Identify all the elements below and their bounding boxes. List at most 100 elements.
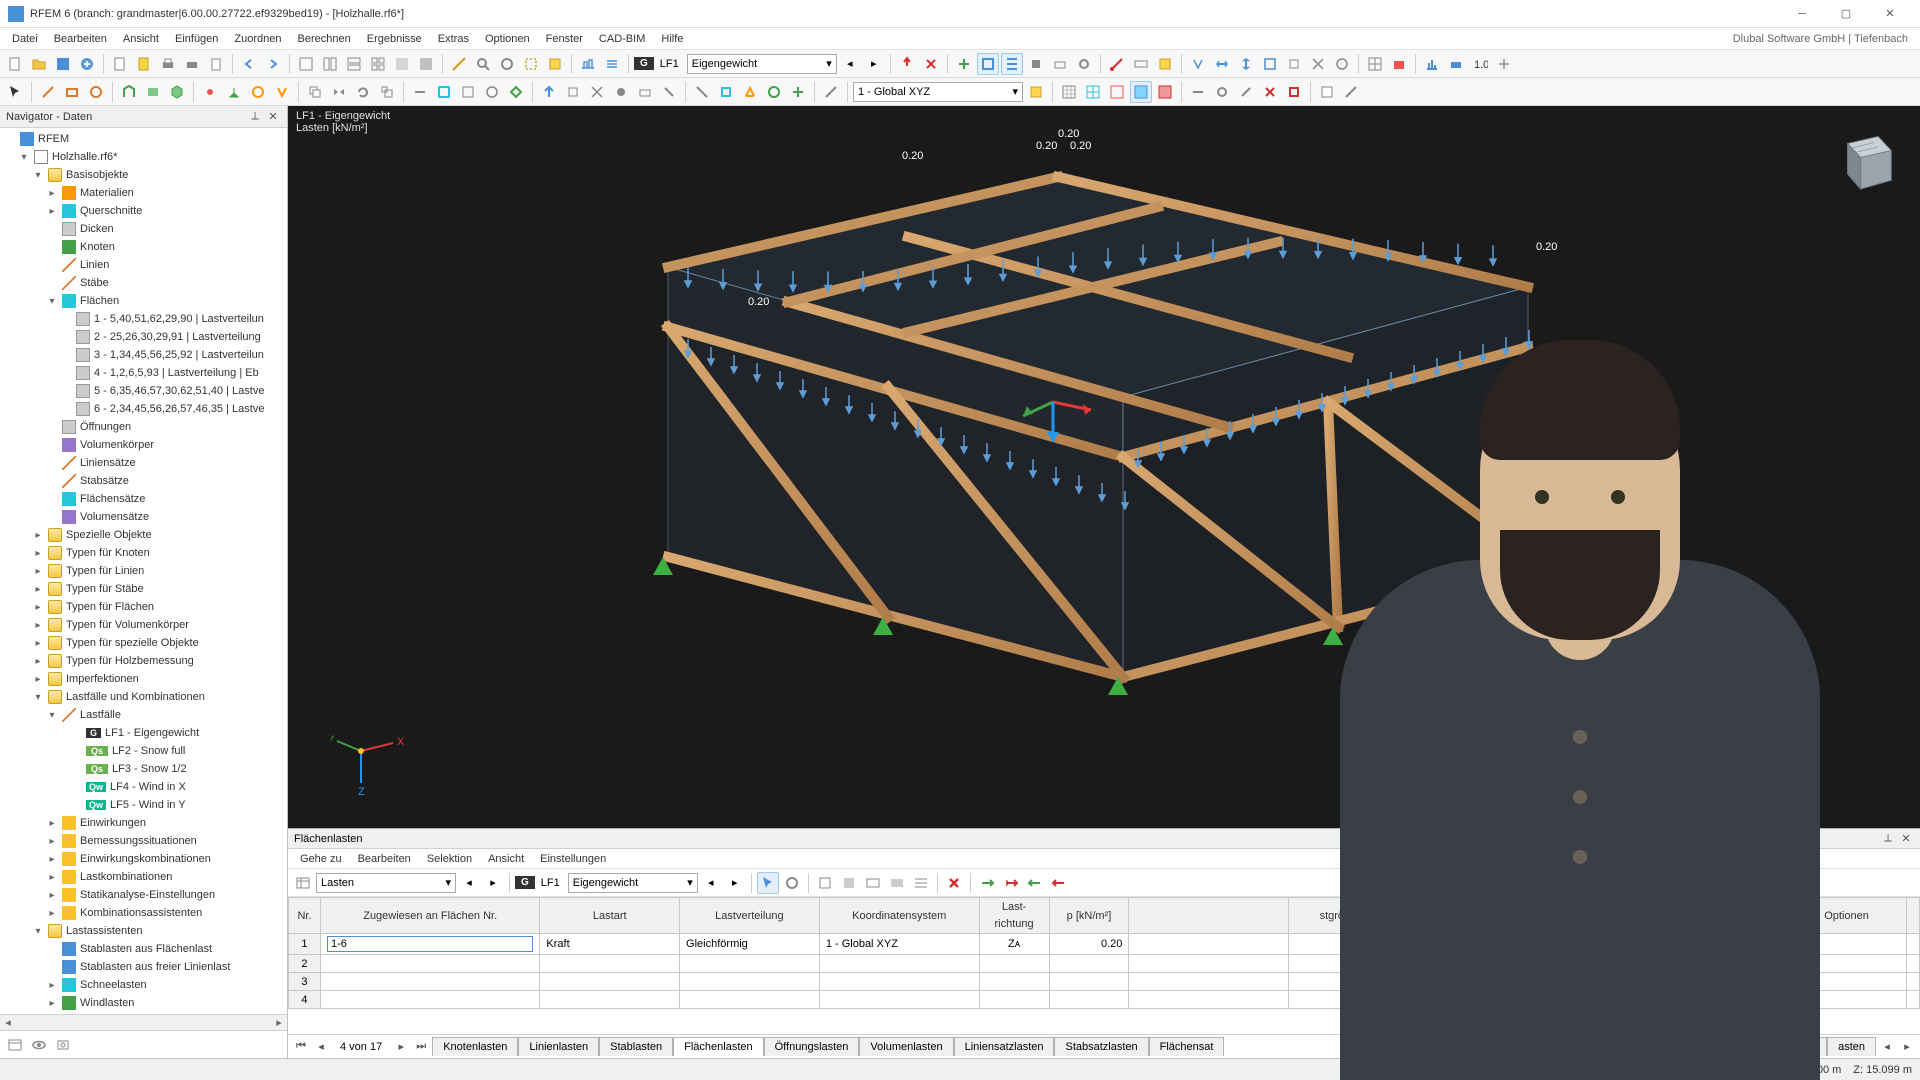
tree-item[interactable]: ▸Typen für spezielle Objekte <box>0 634 287 652</box>
tb-a6[interactable] <box>1073 53 1095 75</box>
t2-g2[interactable] <box>433 81 455 103</box>
t2-s1[interactable] <box>1187 81 1209 103</box>
nav-hscroll[interactable]: ◂ ▸ <box>0 1014 287 1030</box>
loadcase-item[interactable]: QwLF5 - Wind in Y <box>0 796 287 814</box>
new-button[interactable] <box>4 53 26 75</box>
t2-r3[interactable] <box>1106 81 1128 103</box>
page-next[interactable]: ▸ <box>392 1040 410 1053</box>
t2-k1[interactable] <box>1025 81 1047 103</box>
dock-menu-selektion[interactable]: Selektion <box>419 851 480 867</box>
t2-sup[interactable] <box>223 81 245 103</box>
open-button[interactable] <box>28 53 50 75</box>
close-icon[interactable]: ✕ <box>1898 831 1914 847</box>
tree-item[interactable]: ▸Typen für Stäbe <box>0 580 287 598</box>
page-prev[interactable]: ◂ <box>312 1040 330 1053</box>
tree-item[interactable]: ▾Lastfälle <box>0 706 287 724</box>
loadcase-item[interactable]: QsLF3 - Snow 1/2 <box>0 760 287 778</box>
col-dist[interactable]: Lastverteilung <box>680 898 820 934</box>
dock-lf-next[interactable]: ▸ <box>724 872 746 894</box>
t2-h6[interactable] <box>658 81 680 103</box>
tree-item[interactable]: Liniensätze <box>0 454 287 472</box>
layout5-button[interactable] <box>391 53 413 75</box>
tab-flächensat[interactable]: Flächensat <box>1149 1037 1225 1056</box>
loadcase-item[interactable]: QwLF4 - Wind in X <box>0 778 287 796</box>
t2-line[interactable] <box>37 81 59 103</box>
layout6-button[interactable] <box>415 53 437 75</box>
dock-rem[interactable] <box>1000 872 1022 894</box>
tb-c3[interactable] <box>1235 53 1257 75</box>
menu-ansicht[interactable]: Ansicht <box>115 31 167 47</box>
t2-i1[interactable] <box>691 81 713 103</box>
tb-b3[interactable] <box>1154 53 1176 75</box>
tree-item[interactable]: ▸Kombinationsassistenten <box>0 904 287 922</box>
tree-item[interactable]: ▸Typen für Linien <box>0 562 287 580</box>
dock-sel1[interactable] <box>757 872 779 894</box>
tree-item[interactable]: Volumensätze <box>0 508 287 526</box>
t2-x1[interactable] <box>247 81 269 103</box>
navigator-tree[interactable]: RFEM▾Holzhalle.rf6*▾Basisobjekte▸Materia… <box>0 128 287 1014</box>
tree-item[interactable]: ▸Einwirkungen <box>0 814 287 832</box>
t2-g5[interactable] <box>505 81 527 103</box>
dock-cat-next[interactable]: ▸ <box>482 872 504 894</box>
t2-scale[interactable] <box>376 81 398 103</box>
nav-data-view[interactable] <box>4 1034 26 1056</box>
measure-button[interactable] <box>448 53 470 75</box>
tb-d2[interactable] <box>1388 53 1410 75</box>
dock-b1[interactable] <box>814 872 836 894</box>
dock-del[interactable] <box>943 872 965 894</box>
nav-show-view[interactable] <box>28 1034 50 1056</box>
tree-item[interactable]: Knoten <box>0 238 287 256</box>
tree-item[interactable]: Volumenkörper <box>0 436 287 454</box>
dock-cat-prev[interactable]: ◂ <box>458 872 480 894</box>
t2-r1[interactable] <box>1058 81 1080 103</box>
plus-button[interactable] <box>76 53 98 75</box>
tree-item[interactable]: 6 - 2,34,45,56,26,57,46,35 | Lastve <box>0 400 287 418</box>
tree-item[interactable]: Stablasten aus freier Linienlast <box>0 958 287 976</box>
loadcase-item[interactable]: GLF1 - Eigengewicht <box>0 724 287 742</box>
tab-linienlasten[interactable]: Linienlasten <box>518 1037 599 1056</box>
tb-b2[interactable] <box>1130 53 1152 75</box>
pin-icon[interactable]: ⟂ <box>247 109 263 125</box>
t2-rect[interactable] <box>61 81 83 103</box>
tree-item[interactable]: ▸Querschnitte <box>0 202 287 220</box>
page-first[interactable]: ⏮ <box>292 1040 310 1053</box>
zoom-ext-button[interactable] <box>496 53 518 75</box>
tab-volumenlasten[interactable]: Volumenlasten <box>859 1037 953 1056</box>
tab-stabsatzlasten[interactable]: Stabsatzlasten <box>1054 1037 1148 1056</box>
layout1-button[interactable] <box>295 53 317 75</box>
t2-frame[interactable] <box>118 81 140 103</box>
tree-item[interactable]: ▸Bemessungssituationen <box>0 832 287 850</box>
dock-rem2[interactable] <box>1024 872 1046 894</box>
nav-views-view[interactable] <box>52 1034 74 1056</box>
view-cube[interactable] <box>1830 126 1900 196</box>
tb-b1[interactable] <box>1106 53 1128 75</box>
tree-item[interactable]: 2 - 25,26,30,29,91 | Lastverteilung <box>0 328 287 346</box>
redo-button[interactable] <box>262 53 284 75</box>
lf-next[interactable]: ▸ <box>863 53 885 75</box>
dock-lf-prev[interactable]: ◂ <box>700 872 722 894</box>
tree-item[interactable]: 5 - 6,35,46,57,30,62,51,40 | Lastve <box>0 382 287 400</box>
loadcase-item[interactable]: QsLF2 - Snow full <box>0 742 287 760</box>
tree-item[interactable]: ▸Typen für Flächen <box>0 598 287 616</box>
tree-item[interactable]: ▸Schneelasten <box>0 976 287 994</box>
tree-item[interactable]: ▾Flächen <box>0 292 287 310</box>
menu-fenster[interactable]: Fenster <box>538 31 591 47</box>
t2-r4[interactable] <box>1130 81 1152 103</box>
t2-i5[interactable] <box>787 81 809 103</box>
col-type[interactable]: Lastart <box>540 898 680 934</box>
col-nr[interactable]: Nr. <box>289 898 321 934</box>
tree-item[interactable]: ▾Basisobjekte <box>0 166 287 184</box>
load-del-btn[interactable] <box>920 53 942 75</box>
tb-e2[interactable] <box>1445 53 1467 75</box>
t2-i4[interactable] <box>763 81 785 103</box>
t2-node[interactable] <box>199 81 221 103</box>
tree-item[interactable]: Dicken <box>0 220 287 238</box>
t2-t1[interactable] <box>1316 81 1338 103</box>
t2-h3[interactable] <box>586 81 608 103</box>
dock-tb-icon1[interactable] <box>292 872 314 894</box>
loadcase-combo[interactable]: Eigengewicht ▾ <box>687 54 837 74</box>
zoom-button[interactable] <box>472 53 494 75</box>
t2-g3[interactable] <box>457 81 479 103</box>
save-button[interactable] <box>52 53 74 75</box>
print2-button[interactable] <box>181 53 203 75</box>
